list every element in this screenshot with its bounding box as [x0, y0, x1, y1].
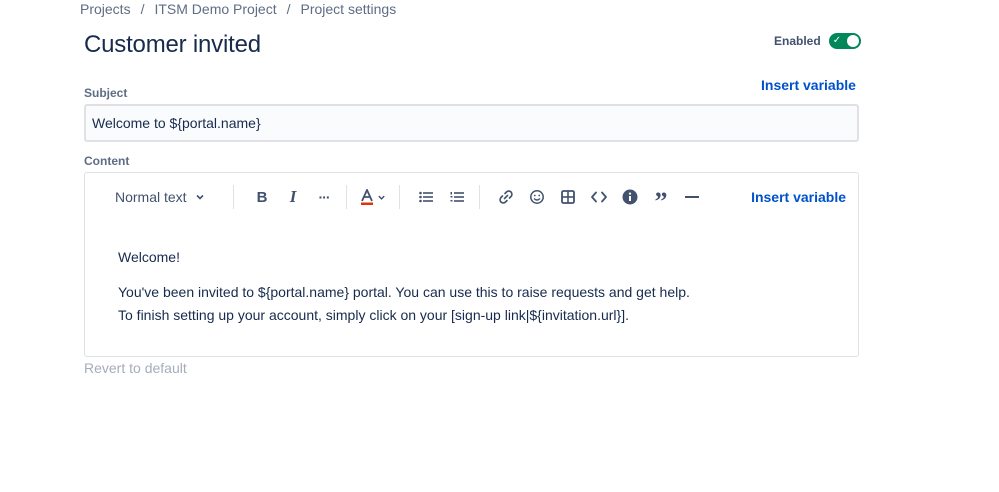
- toolbar-divider: [346, 185, 347, 209]
- editor-toolbar: Normal text B I ··· ”: [85, 181, 858, 215]
- text-style-dropdown[interactable]: Normal text: [107, 183, 219, 211]
- chevron-down-icon: [377, 193, 386, 202]
- emoji-button[interactable]: [523, 183, 551, 211]
- toolbar-divider: [233, 185, 234, 209]
- breadcrumb-project-settings[interactable]: Project settings: [301, 1, 397, 17]
- link-icon: [498, 189, 514, 205]
- numbered-list-button[interactable]: [443, 183, 471, 211]
- page-title: Customer invited: [84, 31, 261, 58]
- toolbar-divider: [399, 185, 400, 209]
- body-line-invitation: You've been invited to ${portal.name} po…: [118, 284, 690, 300]
- chevron-down-icon: [195, 192, 205, 202]
- more-formatting-icon: ···: [318, 189, 331, 205]
- info-panel-button[interactable]: [616, 183, 644, 211]
- editor-body[interactable]: Welcome! You've been invited to ${portal…: [118, 246, 838, 327]
- toggle-knob: [846, 35, 859, 47]
- text-color-icon: [360, 189, 374, 205]
- more-formatting-button[interactable]: ···: [310, 183, 338, 211]
- check-icon: ✓: [832, 35, 842, 46]
- info-panel-icon: [622, 189, 638, 205]
- numbered-list-icon: [450, 191, 464, 203]
- revert-to-default-button[interactable]: Revert to default: [84, 360, 187, 376]
- body-line-signup: To finish setting up your account, simpl…: [118, 307, 629, 323]
- link-button[interactable]: [492, 183, 520, 211]
- bold-icon: B: [256, 188, 268, 206]
- content-label: Content: [84, 154, 130, 168]
- enabled-toggle[interactable]: ✓: [828, 33, 861, 49]
- emoji-icon: [529, 189, 545, 205]
- bullet-list-button[interactable]: [412, 183, 440, 211]
- subject-label: Subject: [84, 86, 128, 100]
- table-button[interactable]: [554, 183, 582, 211]
- subject-input[interactable]: [84, 104, 859, 142]
- code-icon: [591, 191, 607, 203]
- code-button[interactable]: [585, 183, 613, 211]
- content-insert-variable-button[interactable]: Insert variable: [751, 189, 846, 205]
- body-line-greeting: Welcome!: [118, 249, 180, 265]
- bold-button[interactable]: B: [248, 183, 276, 211]
- italic-icon: I: [289, 187, 297, 206]
- notification-settings-page: Projects / ITSM Demo Project / Project s…: [0, 0, 999, 492]
- text-color-button[interactable]: [359, 183, 387, 211]
- subject-insert-variable-button[interactable]: Insert variable: [761, 77, 856, 93]
- text-style-label: Normal text: [115, 189, 187, 205]
- divider-icon: [685, 195, 699, 199]
- table-icon: [561, 190, 575, 204]
- breadcrumb-itsm-demo-project[interactable]: ITSM Demo Project: [154, 1, 276, 17]
- quote-button[interactable]: ”: [647, 183, 675, 215]
- breadcrumb: Projects / ITSM Demo Project / Project s…: [80, 1, 396, 17]
- bullet-list-icon: [419, 191, 433, 203]
- enabled-control: Enabled ✓: [774, 33, 861, 49]
- content-editor[interactable]: Normal text B I ··· ” Insert variable We…: [84, 172, 859, 357]
- enabled-label: Enabled: [774, 34, 821, 48]
- divider-button[interactable]: [678, 183, 706, 211]
- italic-button[interactable]: I: [279, 183, 307, 211]
- quote-icon: ”: [654, 187, 668, 216]
- toolbar-divider: [479, 185, 480, 209]
- breadcrumb-projects[interactable]: Projects: [80, 1, 131, 17]
- breadcrumb-separator: /: [140, 1, 145, 17]
- breadcrumb-separator: /: [286, 1, 291, 17]
